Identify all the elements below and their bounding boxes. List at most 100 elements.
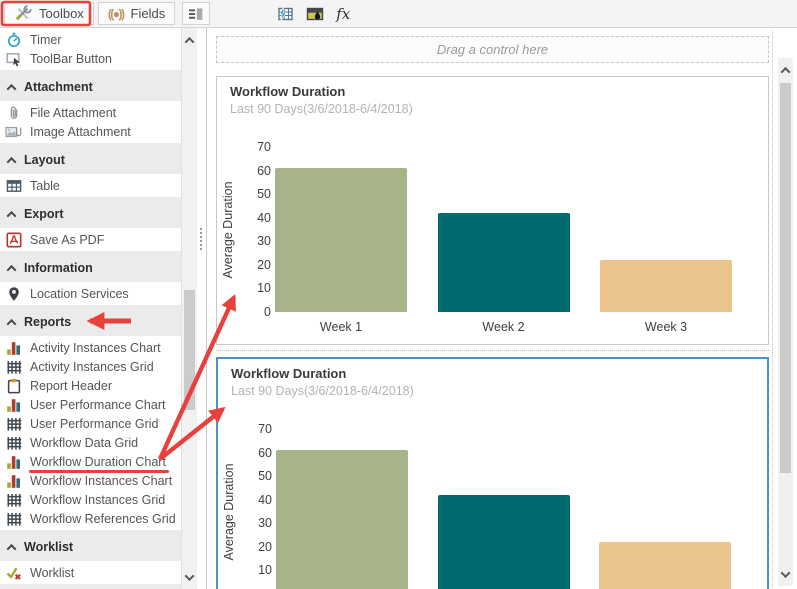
sidebar-item-label: File Attachment	[30, 105, 117, 120]
chart-title: Workflow Duration	[230, 84, 346, 99]
category-label: Week 3	[644, 320, 688, 334]
section-header-layout[interactable]: Layout	[0, 152, 181, 168]
section-header-export[interactable]: Export	[0, 206, 181, 222]
sidebar-item-user-performance-grid[interactable]: User Performance Grid	[0, 414, 181, 433]
panel-toggle-icon	[188, 6, 204, 22]
toolbox-button[interactable]: Toolbox	[4, 2, 94, 25]
items-block: Timer ToolBar Button	[0, 28, 181, 70]
paperclip-icon	[5, 105, 23, 121]
sidebar-item-workflow-instances-chart[interactable]: Workflow Instances Chart	[0, 471, 181, 490]
sidebar-item-save-as-pdf[interactable]: Save As PDF	[0, 230, 181, 249]
sidebar-item-workflow-data-grid[interactable]: Workflow Data Grid	[0, 433, 181, 452]
chevron-up-icon	[6, 543, 17, 554]
sidebar-item-report-header[interactable]: Report Header	[0, 376, 181, 395]
pdf-icon	[5, 231, 23, 248]
data-table-icon[interactable]	[276, 6, 294, 22]
scroll-up-arrow[interactable]	[182, 31, 197, 49]
table-icon	[5, 178, 23, 194]
sidebar-item-label: Workflow Instances Chart	[30, 473, 173, 488]
section-header-reports[interactable]: Reports	[0, 314, 181, 330]
chevron-up-icon	[6, 264, 17, 275]
chart-title: Workflow Duration	[231, 366, 347, 381]
sidebar-item-activity-instances-grid[interactable]: Activity Instances Grid	[0, 357, 181, 376]
y-tick-label: 10	[258, 563, 272, 578]
section-header-information[interactable]: Information	[0, 260, 181, 276]
toolbar: Toolbox ((●)) Fields fx	[0, 0, 797, 28]
y-tick-label: 50	[258, 469, 272, 484]
category-label: Week 1	[319, 320, 363, 334]
drop-zone[interactable]: Drag a control here	[216, 36, 769, 63]
y-tick-label: 30	[258, 516, 272, 531]
y-tick-gutter: 010203040506070	[238, 422, 272, 589]
panel-toggle-button[interactable]	[182, 2, 211, 25]
sidebar-item-label: User Performance Grid	[30, 416, 159, 431]
bar-chart-icon	[5, 473, 23, 489]
section-header-label: Worklist	[24, 540, 74, 554]
scroll-down-arrow[interactable]	[182, 568, 197, 586]
image-attachment-icon	[5, 124, 23, 140]
sidebar-item-label: Save As PDF	[30, 232, 105, 247]
y-tick-label: 70	[258, 422, 272, 436]
sidebar-item-workflow-references-grid[interactable]: Workflow References Grid	[0, 509, 181, 528]
toolbox-icon	[14, 5, 32, 22]
section-header-attachment[interactable]: Attachment	[0, 79, 181, 95]
sidebar-scrollbar[interactable]	[181, 28, 197, 589]
row-divider	[216, 350, 769, 351]
theme-icon[interactable]	[306, 6, 324, 22]
sidebar-item-worklist[interactable]: Worklist	[0, 563, 181, 582]
sidebar-item-label: Table	[30, 178, 60, 193]
sidebar-item-label: Report Header	[30, 378, 112, 393]
y-tick-label: 60	[257, 163, 271, 178]
workflow-duration-chart-control-2[interactable]: Workflow Duration Last 90 Days(3/6/2018-6…	[216, 357, 769, 589]
sidebar-item-label: Activity Instances Chart	[30, 340, 161, 355]
x-axis-labels: Week 1 Week 2 Week 3	[275, 320, 732, 334]
canvas-scrollbar[interactable]	[778, 58, 793, 586]
y-tick-label: 20	[257, 257, 271, 272]
section-header-worklist[interactable]: Worklist	[0, 539, 181, 555]
timer-icon	[5, 32, 23, 48]
y-axis-label: Average Duration	[221, 180, 235, 279]
sidebar-item-file-attachment[interactable]: File Attachment	[0, 103, 181, 122]
fields-icon: ((●))	[107, 6, 125, 21]
y-axis: Average Duration	[220, 429, 238, 589]
chart-plot-area: Average Duration 0 10 20 30 40 50 60 70	[217, 140, 768, 319]
bar-week-2	[437, 495, 570, 589]
sidebar-item-image-attachment[interactable]: Image Attachment	[0, 122, 181, 141]
sidebar-item-timer[interactable]: Timer	[0, 30, 181, 49]
items-block: Location Services	[0, 282, 181, 305]
bar-week-3	[600, 260, 732, 312]
items-block: Save As PDF	[0, 228, 181, 251]
fields-button[interactable]: ((●)) Fields	[97, 2, 176, 25]
section-header-label: Layout	[24, 153, 65, 167]
sidebar-item-activity-instances-chart[interactable]: Activity Instances Chart	[0, 338, 181, 357]
panel-splitter-handle[interactable]	[200, 228, 202, 250]
sidebar-item-workflow-duration-chart[interactable]: Workflow Duration Chart	[0, 452, 181, 473]
y-tick-label: 0	[264, 305, 271, 319]
sidebar-item-user-performance-chart[interactable]: User Performance Chart	[0, 395, 181, 414]
y-tick-label: 50	[257, 187, 271, 202]
bar-week-1	[275, 168, 407, 312]
workflow-duration-chart-control-1[interactable]: Workflow Duration Last 90 Days(3/6/2018-6…	[216, 76, 769, 345]
items-block: Table	[0, 174, 181, 197]
section-header-label: Attachment	[24, 80, 93, 94]
scrollbar-thumb[interactable]	[184, 290, 195, 410]
grid-icon	[5, 359, 23, 375]
fields-button-label: Fields	[130, 6, 166, 21]
sidebar-item-label: ToolBar Button	[30, 51, 112, 66]
column-guide	[772, 30, 773, 587]
y-tick-label: 30	[257, 234, 271, 249]
sidebar-item-location-services[interactable]: Location Services	[0, 284, 181, 303]
sidebar-item-label: Image Attachment	[30, 124, 131, 139]
scroll-up-arrow[interactable]	[778, 61, 793, 79]
items-block: Worklist	[0, 561, 181, 584]
category-label: Week 2	[482, 320, 525, 334]
fx-icon[interactable]: fx	[336, 5, 350, 23]
toolbar-button-icon	[5, 51, 23, 67]
sidebar-item-toolbar-button[interactable]: ToolBar Button	[0, 49, 181, 68]
items-block: Activity Instances Chart Activity Instanc…	[0, 336, 181, 530]
grid-icon	[5, 511, 23, 527]
sidebar-item-table[interactable]: Table	[0, 176, 181, 195]
sidebar-item-workflow-instances-grid[interactable]: Workflow Instances Grid	[0, 490, 181, 509]
scrollbar-thumb[interactable]	[780, 83, 791, 473]
scroll-down-arrow[interactable]	[778, 565, 793, 583]
